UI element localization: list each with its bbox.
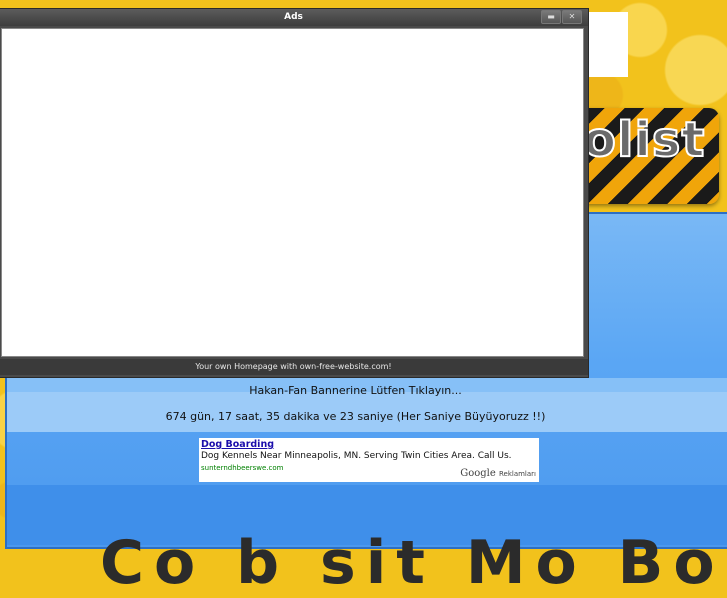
minimize-icon: ▬ — [547, 12, 555, 21]
close-icon: ✕ — [568, 12, 576, 21]
ads-window-title: Ads — [284, 12, 303, 22]
logo-text: olist — [585, 111, 706, 169]
google-logo: Google — [460, 468, 496, 479]
ads-window-footer[interactable]: Your own Homepage with own-free-website.… — [0, 359, 588, 375]
minimize-button[interactable]: ▬ — [541, 10, 561, 24]
counter-text: 674 gün, 17 saat, 35 dakika ve 23 saniye… — [165, 410, 546, 423]
white-block — [585, 12, 628, 77]
bottom-heading: Co b sit Mo Bo — [100, 528, 725, 598]
logo-banner[interactable]: olist — [585, 108, 719, 204]
ad-description: Dog Kennels Near Minneapolis, MN. Servin… — [201, 451, 512, 461]
ad-title-link[interactable]: Dog Boarding — [201, 439, 274, 450]
window-controls: ▬ ✕ — [541, 10, 582, 24]
banner-click-text[interactable]: Hakan-Fan Bannerine Lütfen Tıklayın... — [0, 384, 719, 397]
google-ad[interactable]: Dog Boarding Dog Kennels Near Minneapoli… — [199, 438, 539, 482]
ads-window: Ads ▬ ✕ Your own Homepage with own-free-… — [0, 8, 589, 378]
ads-label: Reklamları — [498, 470, 536, 478]
google-brand[interactable]: Google Reklamları — [460, 468, 536, 480]
ads-content-area — [1, 28, 584, 357]
ads-window-titlebar[interactable]: Ads ▬ ✕ — [0, 9, 588, 26]
ad-url[interactable]: sunterndhbeerswe.com — [201, 463, 283, 474]
close-button[interactable]: ✕ — [562, 10, 582, 24]
